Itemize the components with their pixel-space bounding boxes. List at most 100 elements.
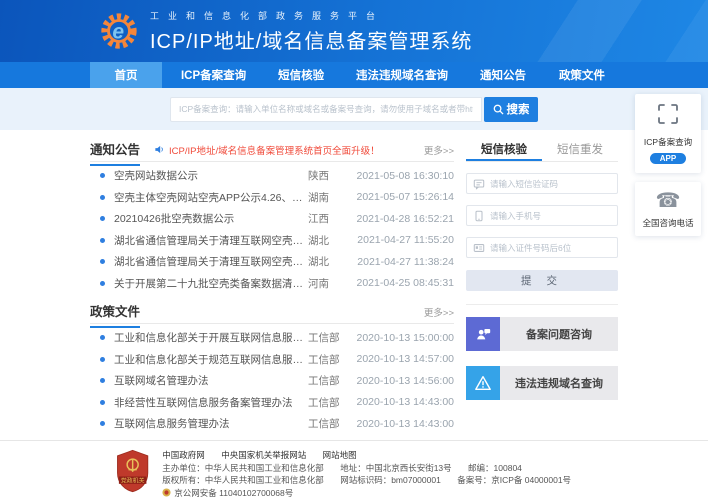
policy-source: 工信部 (308, 416, 350, 431)
notices-header: 通知公告 ICP/IP地址/域名信息备案管理系统首页全面升级！ 更多>> (90, 138, 454, 162)
notice-time: 2021-04-25 08:45:31 (350, 277, 454, 289)
id-number-input[interactable] (490, 243, 611, 253)
announcement-text: ICP/IP地址/域名信息备案管理系统首页全面升级！ (169, 143, 380, 157)
notice-link[interactable]: 关于开展第二十九批空壳类备案数据清理工作的通知 (114, 276, 308, 291)
sms-code-input[interactable] (490, 179, 611, 189)
app-badge: APP (650, 153, 686, 164)
scan-icon (656, 102, 680, 126)
tab-sms-verify[interactable]: 短信核验 (466, 138, 542, 161)
right-column: 短信核验 短信重发 提 交 备案问题咨询 (466, 138, 618, 440)
notice-link[interactable]: 湖北省通信管理局关于清理互联网空壳网站/空壳主体的公示 (114, 254, 308, 269)
notice-time: 2021-05-07 15:26:14 (350, 191, 454, 203)
policy-link[interactable]: 工业和信息化部关于规范互联网信息服务使用域名的通知 (114, 352, 308, 367)
hotline-widget[interactable]: ☎ 全国咨询电话 (635, 182, 701, 236)
gov-badge-icon: 党政机关 (114, 449, 151, 493)
hotline-title: 全国咨询电话 (638, 217, 698, 229)
id-card-icon (473, 242, 485, 254)
filing-consult-button[interactable]: 备案问题咨询 (466, 317, 618, 351)
search-input[interactable] (170, 97, 482, 122)
nav-item-sms-verify[interactable]: 短信核验 (265, 62, 337, 88)
sms-tabs: 短信核验 短信重发 (466, 138, 618, 162)
policy-link[interactable]: 工业和信息化部关于开展互联网信息服务备案用户真实身份信息电 (114, 330, 308, 345)
policy-link[interactable]: 互联网域名管理办法 (114, 373, 308, 388)
svg-text:e: e (112, 21, 124, 44)
policy-link[interactable]: 非经营性互联网信息服务备案管理办法 (114, 395, 308, 410)
policy-source: 工信部 (308, 330, 350, 345)
footer-site-code: 网站标识码：bm07000001 (340, 475, 441, 485)
nav-item-policies[interactable]: 政策文件 (546, 62, 618, 88)
divider (466, 304, 618, 305)
icp-app-widget[interactable]: ICP备案查询 APP (635, 94, 701, 173)
notice-region: 湖北 (308, 254, 350, 269)
footer-copyright: 版权所有：中华人民共和国工业和信息化部 (162, 475, 324, 485)
footer-link-sitemap[interactable]: 网站地图 (323, 450, 357, 460)
nav-item-home[interactable]: 首页 (90, 62, 162, 88)
policy-source: 工信部 (308, 352, 350, 367)
side-widgets: ICP备案查询 APP ☎ 全国咨询电话 (635, 94, 701, 245)
notice-row: 空壳主体空壳网站空壳APP公示4.26、空壳主体空壳网站空壳 湖南 2021-0… (90, 187, 454, 209)
policies-more-link[interactable]: 更多>> (424, 305, 454, 319)
notices-more-link[interactable]: 更多>> (424, 143, 454, 157)
left-column: 通知公告 ICP/IP地址/域名信息备案管理系统首页全面升级！ 更多>> 空壳网… (90, 138, 454, 440)
police-badge-icon (162, 488, 171, 497)
notice-time: 2021-04-27 11:55:20 (350, 234, 454, 246)
notice-row: 湖北省通信管理局关于清理互联网空壳网站/空壳主体的公示 湖北 2021-04-2… (90, 251, 454, 273)
policy-link[interactable]: 互联网信息服务管理办法 (114, 416, 308, 431)
notice-link[interactable]: 20210426批空壳数据公示 (114, 211, 308, 226)
bullet-dot-icon (100, 195, 105, 200)
notice-region: 陕西 (308, 168, 350, 183)
submit-button[interactable]: 提 交 (466, 270, 618, 291)
bullet-dot-icon (100, 259, 105, 264)
notice-row: 湖北省通信管理局关于清理互联网空壳网站/空壳主体的公示 湖北 2021-04-2… (90, 230, 454, 252)
policy-source: 工信部 (308, 373, 350, 388)
notice-row: 20210426批空壳数据公示 江西 2021-04-28 16:52:21 (90, 208, 454, 230)
page: e 工业和信息化部政务服务平台 ICP/IP地址/域名信息备案管理系统 首页 I… (0, 0, 708, 500)
nav-item-notices[interactable]: 通知公告 (467, 62, 539, 88)
notice-region: 湖南 (308, 190, 350, 205)
main-content: 通知公告 ICP/IP地址/域名信息备案管理系统首页全面升级！ 更多>> 空壳网… (0, 130, 708, 440)
policy-row: 非经营性互联网信息服务备案管理办法 工信部 2020-10-13 14:43:0… (90, 392, 454, 414)
illegal-domain-button[interactable]: 违法违规域名查询 (466, 366, 618, 400)
bullet-dot-icon (100, 238, 105, 243)
footer-police-number[interactable]: 京公网安备 11040102700068号 (174, 487, 293, 500)
search-bar: 搜索 (0, 88, 708, 130)
id-number-field[interactable] (466, 237, 618, 258)
notice-link[interactable]: 空壳主体空壳网站空壳APP公示4.26、空壳主体空壳网站空壳 (114, 190, 308, 205)
policies-title: 政策文件 (90, 301, 140, 328)
policy-time: 2020-10-13 15:00:00 (350, 332, 454, 344)
policies-list: 工业和信息化部关于开展互联网信息服务备案用户真实身份信息电 工信部 2020-1… (90, 324, 454, 435)
notice-link[interactable]: 空壳网站数据公示 (114, 168, 308, 183)
notice-region: 河南 (308, 276, 350, 291)
sms-code-field[interactable] (466, 173, 618, 194)
announcement-banner[interactable]: ICP/IP地址/域名信息备案管理系统首页全面升级！ (154, 143, 380, 157)
nav-item-illegal-domain[interactable]: 违法违规域名查询 (344, 62, 460, 88)
bullet-dot-icon (100, 173, 105, 178)
policy-row: 工业和信息化部关于开展互联网信息服务备案用户真实身份信息电 工信部 2020-1… (90, 327, 454, 349)
warning-icon (466, 366, 500, 400)
footer: 党政机关 中国政府网 中央国家机关举报网站 网站地图 主办单位：中华人民共和国工… (0, 440, 708, 500)
nav-item-icp-query[interactable]: ICP备案查询 (169, 62, 258, 88)
footer-address: 地址：中国北京西长安街13号 (340, 463, 451, 473)
footer-link-report-site[interactable]: 中央国家机关举报网站 (221, 450, 306, 460)
footer-copyright-line: 版权所有：中华人民共和国工业和信息化部 网站标识码：bm07000001 备案号… (162, 474, 708, 500)
notice-row: 空壳网站数据公示 陕西 2021-05-08 16:30:10 (90, 165, 454, 187)
phone-icon (473, 210, 485, 222)
policy-source: 工信部 (308, 395, 350, 410)
sms-code-icon (473, 178, 485, 190)
phone-input[interactable] (490, 211, 611, 221)
policies-header: 政策文件 更多>> (90, 300, 454, 324)
notices-title: 通知公告 (90, 139, 140, 166)
phone-field[interactable] (466, 205, 618, 226)
footer-link-govcn[interactable]: 中国政府网 (162, 450, 205, 460)
policy-time: 2020-10-13 14:43:00 (350, 396, 454, 408)
footer-host: 主办单位：中华人民共和国工业和信息化部 (162, 463, 324, 473)
bullet-dot-icon (100, 357, 105, 362)
top-banner: e 工业和信息化部政务服务平台 ICP/IP地址/域名信息备案管理系统 (0, 0, 708, 62)
notice-link[interactable]: 湖北省通信管理局关于清理互联网空壳网站/空壳主体的公示 (114, 233, 308, 248)
policy-row: 工业和信息化部关于规范互联网信息服务使用域名的通知 工信部 2020-10-13… (90, 349, 454, 371)
search-button[interactable]: 搜索 (484, 97, 538, 122)
footer-links: 中国政府网 中央国家机关举报网站 网站地图 (162, 449, 708, 462)
miit-gear-logo-icon: e (98, 10, 140, 52)
tab-sms-resend[interactable]: 短信重发 (542, 138, 618, 161)
bullet-dot-icon (100, 281, 105, 286)
